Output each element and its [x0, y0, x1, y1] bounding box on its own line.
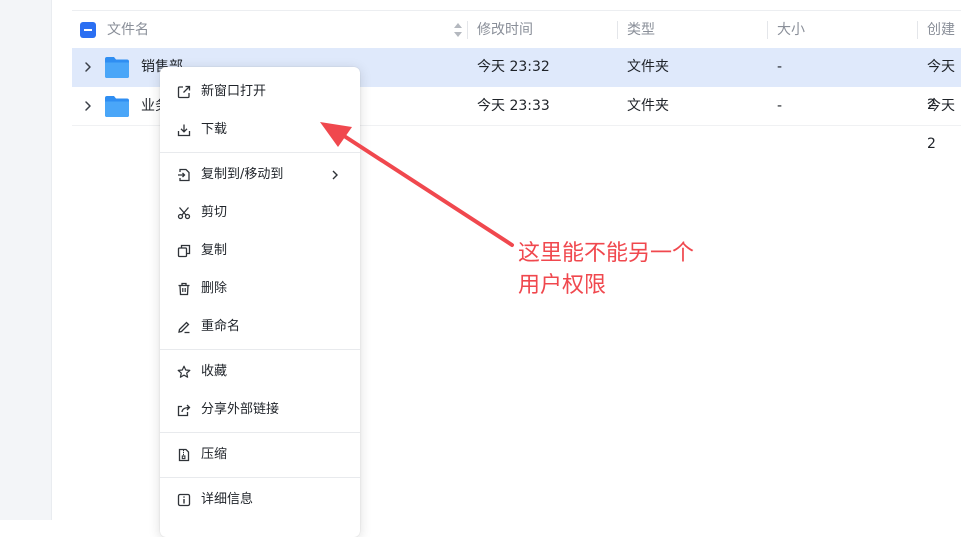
- download-icon: [177, 124, 191, 137]
- sort-icon[interactable]: [453, 22, 463, 38]
- menu-item-label: 剪切: [201, 205, 228, 220]
- trash-icon: [178, 282, 190, 296]
- menu-item-open-new-window[interactable]: 新窗口打开: [160, 73, 360, 111]
- chevron-right-icon[interactable]: [81, 99, 95, 113]
- column-header-size[interactable]: 大小: [777, 11, 805, 49]
- menu-item-delete[interactable]: 删除: [160, 270, 360, 308]
- column-divider[interactable]: [617, 21, 618, 39]
- copy-icon: [177, 244, 191, 258]
- folder-icon: [105, 57, 129, 78]
- column-divider[interactable]: [917, 21, 918, 39]
- menu-item-label: 复制到/移动到: [201, 167, 284, 182]
- menu-item-share-link[interactable]: 分享外部链接: [160, 391, 360, 429]
- share-link-icon: [177, 404, 191, 417]
- pencil-icon: [178, 321, 190, 334]
- menu-item-rename[interactable]: 重命名: [160, 308, 360, 346]
- modified-time: 今天 23:32: [477, 59, 550, 75]
- menu-item-label: 新窗口打开: [201, 84, 267, 99]
- menu-item-compress[interactable]: 压缩: [160, 436, 360, 474]
- file-size: -: [777, 98, 783, 114]
- menu-item-favorite[interactable]: 收藏: [160, 353, 360, 391]
- menu-item-label: 删除: [201, 281, 228, 296]
- column-header-type[interactable]: 类型: [627, 11, 655, 49]
- menu-divider: [160, 477, 360, 478]
- column-header-created[interactable]: 创建时: [927, 11, 961, 76]
- menu-divider: [160, 432, 360, 433]
- column-header-modified[interactable]: 修改时间: [477, 11, 533, 49]
- annotation-line: 这里能不能另一个: [518, 241, 695, 266]
- select-all-checkbox[interactable]: [80, 22, 96, 38]
- menu-divider: [160, 349, 360, 350]
- menu-item-label: 详细信息: [201, 492, 254, 507]
- created-time: 今天 2: [927, 98, 955, 152]
- menu-item-label: 复制: [201, 243, 228, 258]
- column-header-name[interactable]: 文件名: [107, 11, 149, 49]
- scissors-icon: [177, 207, 191, 220]
- file-type: 文件夹: [627, 59, 669, 75]
- copy-move-to-icon: [178, 168, 190, 182]
- created-time: 今天 2: [927, 59, 955, 113]
- file-size: -: [777, 59, 783, 75]
- annotation-arrow: [320, 122, 514, 247]
- star-icon: [177, 365, 191, 378]
- info-icon: [177, 493, 191, 507]
- chevron-right-icon[interactable]: [81, 60, 95, 74]
- menu-item-details[interactable]: 详细信息: [160, 481, 360, 519]
- menu-item-label: 压缩: [201, 447, 228, 462]
- annotation-line: 用户权限: [518, 273, 607, 298]
- zip-file-icon: [178, 448, 190, 462]
- folder-icon: [105, 96, 129, 117]
- column-divider[interactable]: [467, 21, 468, 39]
- open-new-window-icon: [177, 85, 191, 99]
- menu-item-label: 分享外部链接: [201, 402, 280, 417]
- sidebar-strip: [0, 0, 52, 520]
- table-header: 文件名 修改时间 类型 大小 创建时: [72, 10, 961, 76]
- menu-item-label: 收藏: [201, 364, 228, 379]
- column-divider[interactable]: [767, 21, 768, 39]
- file-type: 文件夹: [627, 98, 669, 114]
- menu-item-label: 下载: [201, 122, 228, 137]
- menu-item-label: 重命名: [201, 319, 241, 334]
- annotation-note: 这里能不能另一个 用户权限: [518, 238, 778, 302]
